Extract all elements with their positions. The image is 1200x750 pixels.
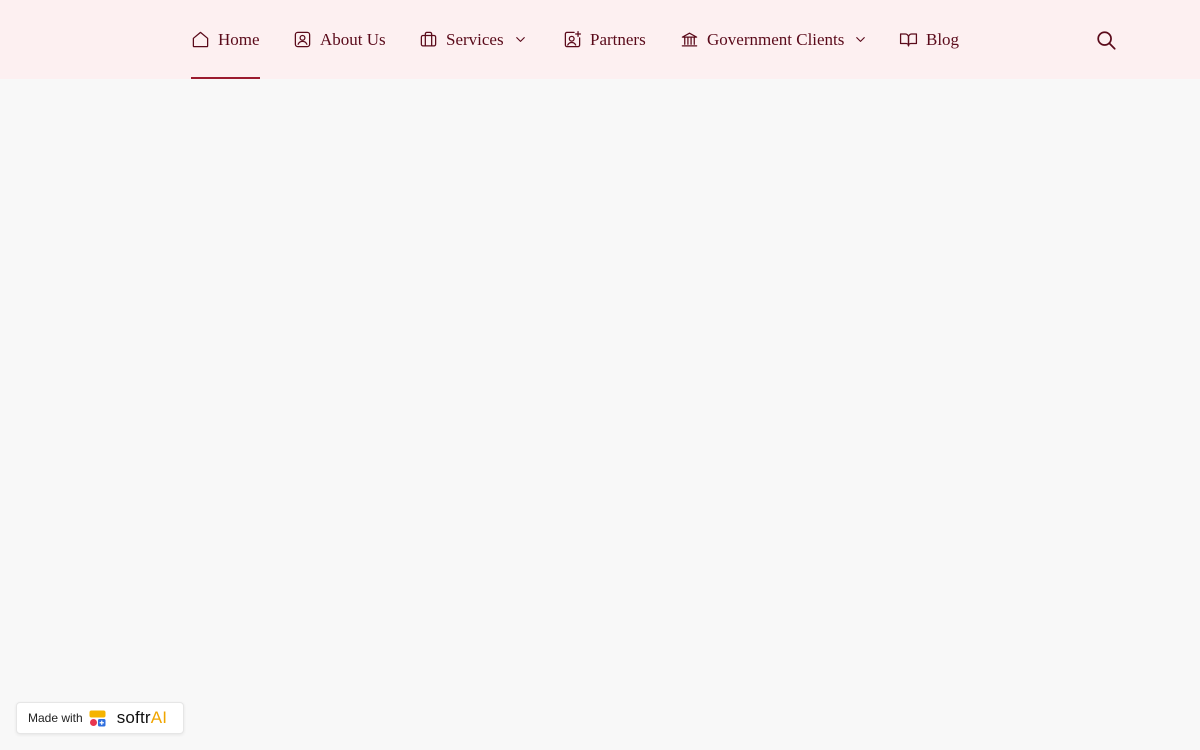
briefcase-icon — [419, 30, 438, 49]
brand-wordmark: softrAI — [116, 708, 168, 727]
bank-icon — [680, 30, 699, 49]
badge-prefix: Made with — [28, 711, 83, 725]
contact-card-icon — [293, 30, 312, 49]
top-navbar: Home About Us Services Partners Governme… — [0, 0, 1200, 79]
nav-item-government-clients[interactable]: Government Clients — [680, 0, 868, 79]
nav-item-label: Home — [218, 29, 260, 49]
chevron-down-icon — [513, 32, 528, 47]
made-with-softr-badge[interactable]: Made with softrAI — [16, 702, 184, 734]
nav-item-label: Services — [446, 29, 504, 49]
user-plus-icon — [563, 30, 582, 49]
softr-logo-icon — [89, 710, 106, 727]
nav-item-label: Government Clients — [707, 29, 845, 49]
nav-item-blog[interactable]: Blog — [899, 0, 959, 79]
nav-menu: Home About Us Services Partners Governme… — [0, 0, 1200, 79]
nav-item-about-us[interactable]: About Us — [293, 0, 386, 79]
book-open-icon — [899, 30, 918, 49]
nav-item-label: Partners — [590, 29, 646, 49]
search-button[interactable] — [1095, 29, 1117, 51]
nav-item-home[interactable]: Home — [191, 0, 260, 79]
nav-item-partners[interactable]: Partners — [563, 0, 646, 79]
chevron-down-icon — [853, 32, 868, 47]
nav-item-label: About Us — [320, 29, 386, 49]
search-icon — [1095, 31, 1117, 55]
home-icon — [191, 30, 210, 49]
nav-item-label: Blog — [926, 29, 960, 49]
nav-item-services[interactable]: Services — [419, 0, 528, 79]
